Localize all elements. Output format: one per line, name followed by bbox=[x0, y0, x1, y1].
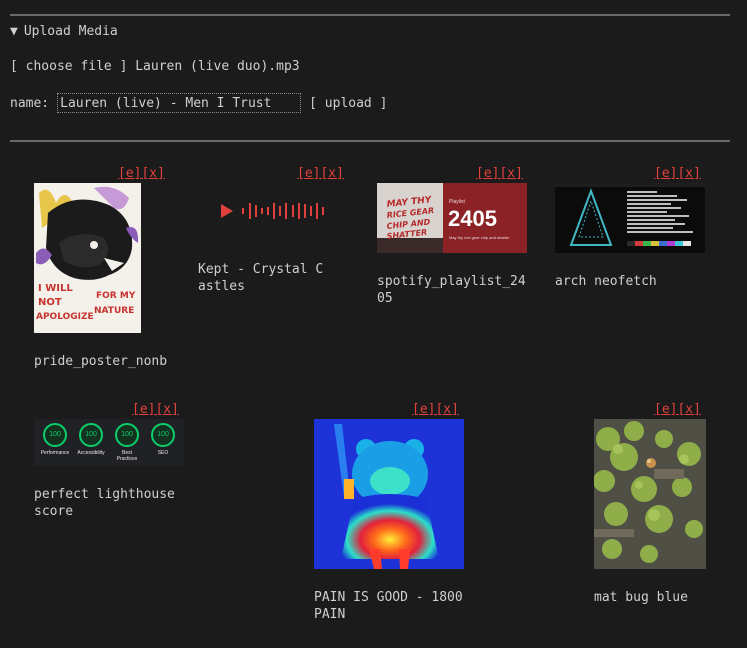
media-thumbnail-arch-neofetch[interactable] bbox=[555, 183, 705, 253]
delete-button[interactable]: [x] bbox=[320, 166, 343, 181]
top-divider bbox=[10, 14, 730, 16]
media-thumbnail-thermal[interactable] bbox=[314, 419, 464, 569]
media-thumbnail-mat-bug[interactable] bbox=[594, 419, 706, 569]
item-actions: [e][x] bbox=[654, 402, 701, 417]
edit-button[interactable]: [e] bbox=[412, 402, 435, 417]
svg-text:NOT: NOT bbox=[38, 297, 62, 308]
media-caption: pride_poster_nonb bbox=[34, 354, 168, 369]
audio-waveform bbox=[221, 203, 324, 219]
terminal-screenshot bbox=[555, 183, 705, 253]
score-value: 100 bbox=[79, 423, 103, 447]
media-thumbnail-pride-poster[interactable]: I WILL NOT APOLOGIZE FOR MY NATURE bbox=[34, 183, 141, 333]
item-actions: [e][x] bbox=[297, 166, 344, 181]
delete-button[interactable]: [x] bbox=[677, 402, 700, 417]
delete-button[interactable]: [x] bbox=[499, 166, 522, 181]
delete-button[interactable]: [x] bbox=[435, 402, 458, 417]
edit-button[interactable]: [e] bbox=[132, 402, 155, 417]
media-caption: mat bug blue bbox=[594, 590, 688, 605]
poster-illustration: I WILL NOT APOLOGIZE FOR MY NATURE bbox=[34, 183, 141, 333]
item-actions: [e][x] bbox=[132, 402, 179, 417]
selected-file-name: Lauren (live duo).mp3 bbox=[135, 59, 300, 74]
score-value: 100 bbox=[43, 423, 67, 447]
triangle-down-icon: ▼ bbox=[10, 24, 18, 39]
score-label: Accessibility bbox=[77, 450, 105, 456]
audio-player[interactable] bbox=[218, 198, 333, 224]
delete-button[interactable]: [x] bbox=[677, 166, 700, 181]
lighthouse-score: 100 Accessibility bbox=[76, 423, 106, 456]
svg-text:NATURE: NATURE bbox=[94, 306, 134, 316]
section-divider bbox=[10, 140, 730, 142]
moss-photo bbox=[594, 419, 706, 569]
item-actions: [e][x] bbox=[412, 402, 459, 417]
thermal-photo bbox=[314, 419, 464, 569]
edit-button[interactable]: [e] bbox=[476, 166, 499, 181]
name-row: name: [ upload ] bbox=[10, 93, 387, 113]
upload-media-summary[interactable]: ▼ Upload Media bbox=[10, 24, 118, 39]
media-thumbnail-spotify-playlist[interactable]: MAY THY RICE GEAR CHIP AND SHATTER Playl… bbox=[377, 183, 527, 253]
score-label: Performance bbox=[40, 450, 70, 456]
item-actions: [e][x] bbox=[654, 166, 701, 181]
choose-file-button[interactable]: [ choose file ] bbox=[10, 59, 127, 74]
summary-label: Upload Media bbox=[23, 24, 118, 39]
lighthouse-score: 100 SEO bbox=[148, 423, 178, 456]
svg-text:APOLOGIZE: APOLOGIZE bbox=[36, 312, 94, 322]
edit-button[interactable]: [e] bbox=[118, 166, 141, 181]
name-label: name: bbox=[10, 95, 50, 111]
file-row: [ choose file ] Lauren (live duo).mp3 bbox=[10, 59, 300, 74]
score-value: 100 bbox=[115, 423, 139, 447]
score-label: SEO bbox=[157, 450, 169, 456]
lighthouse-score: 100 Best Practices bbox=[112, 423, 142, 462]
playlist-subtitle: May thy rice gear chip and shatter bbox=[449, 235, 510, 240]
item-actions: [e][x] bbox=[476, 166, 523, 181]
name-input[interactable] bbox=[57, 93, 302, 113]
delete-button[interactable]: [x] bbox=[141, 166, 164, 181]
media-caption: perfect lighthouse score bbox=[34, 487, 175, 519]
delete-button[interactable]: [x] bbox=[155, 402, 178, 417]
edit-button[interactable]: [e] bbox=[654, 166, 677, 181]
playlist-number: 2405 bbox=[448, 206, 497, 231]
media-caption: arch neofetch bbox=[555, 274, 657, 289]
playlist-kind: Playlist bbox=[449, 199, 465, 205]
svg-text:I WILL: I WILL bbox=[38, 283, 73, 294]
media-thumbnail-lighthouse[interactable]: 100 Performance 100 Accessibility 100 Be… bbox=[34, 419, 184, 466]
lighthouse-score: 100 Performance bbox=[40, 423, 70, 456]
media-caption: spotify_playlist_2405 bbox=[377, 274, 526, 306]
score-label: Best Practices bbox=[116, 450, 138, 462]
score-value: 100 bbox=[151, 423, 175, 447]
upload-button[interactable]: [ upload ] bbox=[309, 96, 387, 111]
edit-button[interactable]: [e] bbox=[654, 402, 677, 417]
media-caption: PAIN IS GOOD - 1800 PAIN bbox=[314, 590, 463, 622]
play-icon[interactable] bbox=[221, 204, 233, 218]
item-actions: [e][x] bbox=[118, 166, 165, 181]
edit-button[interactable]: [e] bbox=[297, 166, 320, 181]
svg-text:FOR MY: FOR MY bbox=[96, 291, 136, 301]
media-caption: Kept - Crystal Castles bbox=[198, 262, 324, 294]
